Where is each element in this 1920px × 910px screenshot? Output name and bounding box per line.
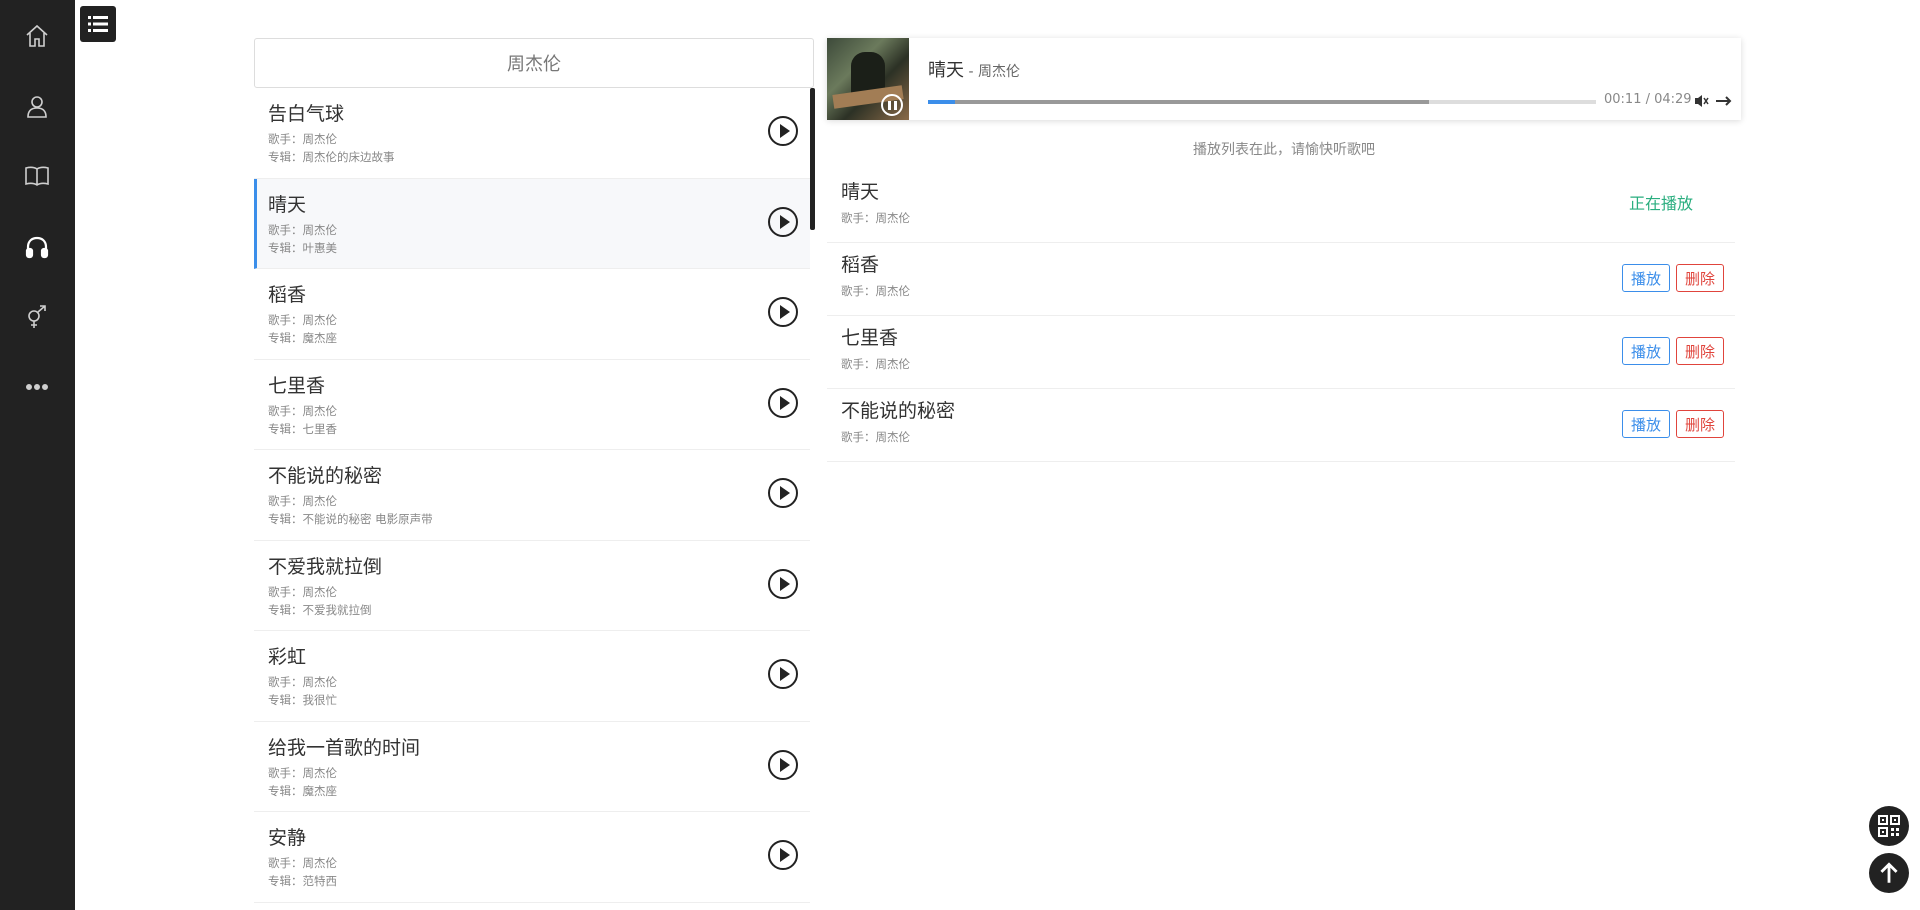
playlist-item-artist: 歌手：周杰伦: [841, 430, 910, 444]
song-artist: 歌手：周杰伦: [268, 494, 337, 508]
playlist-item-title: 晴天: [841, 181, 880, 203]
time-display: 00:11 / 04:29: [1604, 92, 1692, 107]
song-item[interactable]: 七里香歌手：周杰伦 专辑：七里香: [254, 360, 810, 450]
song-album: 专辑：魔杰座: [268, 331, 337, 345]
playlist-item: 不能说的秘密歌手：周杰伦 播放 删除: [827, 389, 1735, 462]
playlist-item-title: 不能说的秘密: [841, 400, 956, 422]
song-artist: 歌手：周杰伦: [268, 675, 337, 689]
song-title: 稻香: [268, 284, 307, 306]
now-playing-title: 晴天 - 周杰伦: [928, 56, 1020, 82]
playlist-item-title: 七里香: [841, 327, 899, 349]
song-album: 专辑：我很忙: [268, 693, 337, 707]
song-artist: 歌手：周杰伦: [268, 132, 337, 146]
song-item[interactable]: 给我一首歌的时间歌手：周杰伦 专辑：魔杰座: [254, 722, 810, 812]
title-separator: -: [964, 64, 978, 80]
play-icon[interactable]: [768, 297, 798, 327]
play-icon[interactable]: [768, 206, 798, 237]
play-icon[interactable]: [768, 840, 798, 870]
song-title: 安静: [268, 827, 307, 849]
song-title: 给我一首歌的时间: [268, 736, 421, 759]
song-item[interactable]: 告白气球歌手：周杰伦专辑：周杰伦的床边故事: [254, 88, 810, 179]
menu-toggle-button[interactable]: [80, 6, 116, 42]
playlist-item: 晴天歌手：周杰伦 正在播放: [827, 170, 1735, 243]
play-icon[interactable]: [768, 478, 798, 508]
progress-buffer: [928, 100, 1429, 104]
playlist-item-artist: 歌手：周杰伦: [841, 284, 910, 298]
song-title: 晴天: [268, 193, 307, 216]
song-artist: 歌手：周杰伦: [268, 856, 337, 870]
song-item[interactable]: 不爱我就拉倒歌手：周杰伦专辑：不爱我就拉倒: [254, 541, 810, 631]
playlist-hint: 播放列表在此，请愉快听歌吧: [1193, 142, 1375, 158]
song-title: 不能说的秘密: [268, 465, 383, 487]
progress-fill: [928, 100, 956, 104]
qr-code-icon: [1878, 815, 1900, 837]
song-item[interactable]: 稻香歌手：周杰伦 专辑：魔杰座: [254, 269, 810, 360]
progress-bar[interactable]: [928, 100, 1596, 104]
playlist-item-artist: 歌手：周杰伦: [841, 211, 910, 225]
song-title: 七里香: [268, 374, 326, 397]
scrollbar[interactable]: [810, 88, 815, 230]
play-icon[interactable]: [768, 568, 798, 599]
play-icon[interactable]: [768, 659, 798, 689]
play-mode-icon[interactable]: [1715, 93, 1733, 109]
song-item[interactable]: 不能说的秘密歌手：周杰伦专辑：不能说的秘密 电影原声带: [254, 450, 810, 541]
playlist-item: 七里香歌手：周杰伦 播放 删除: [827, 316, 1735, 389]
play-icon[interactable]: [768, 116, 798, 146]
playlist-play-button[interactable]: 播放: [1621, 410, 1670, 438]
playlist: 晴天 歌手：周杰伦 正在播放 稻香 歌手：周杰伦 播放 删除 七里香 歌手：周杰伦 播放 删除 不能说…: [827, 170, 1735, 462]
playlist-item-artist: 歌手：周杰伦: [841, 357, 910, 371]
now-playing-status: 正在播放: [1628, 194, 1693, 213]
user-icon[interactable]: [22, 92, 52, 122]
song-album: 专辑：叶惠美: [268, 240, 337, 255]
now-playing-song: 晴天: [928, 60, 964, 81]
playlist-item: 稻香歌手：周杰伦 播放 删除: [827, 243, 1735, 316]
play-icon[interactable]: [768, 387, 798, 418]
playlist-delete-button[interactable]: 删除: [1675, 410, 1724, 438]
song-title: 彩虹: [268, 646, 307, 668]
playlist-play-button[interactable]: 播放: [1621, 337, 1670, 365]
song-artist: 歌手：周杰伦: [268, 584, 337, 599]
song-title: 告白气球: [268, 103, 345, 125]
gender-icon[interactable]: [22, 302, 52, 332]
song-album: 专辑：不爱我就拉倒: [268, 602, 372, 617]
now-playing-artist: 周杰伦: [977, 64, 1020, 80]
back-to-top-button[interactable]: [1869, 853, 1909, 893]
menu-icon: [88, 16, 108, 32]
song-artist: 歌手：周杰伦: [268, 403, 337, 418]
album-cover: [827, 38, 909, 120]
song-item[interactable]: 安静歌手：周杰伦 专辑：范特西: [254, 812, 810, 903]
song-artist: 歌手：周杰伦: [268, 222, 337, 237]
more-icon[interactable]: [22, 372, 52, 402]
song-album: 专辑：范特西: [268, 874, 337, 888]
song-album: 专辑：七里香: [268, 421, 337, 436]
playlist-delete-button[interactable]: 删除: [1675, 337, 1724, 365]
sidebar: [0, 0, 75, 910]
play-icon[interactable]: [768, 749, 798, 780]
playlist-play-button[interactable]: 播放: [1621, 264, 1670, 292]
arrow-up-icon: [1880, 862, 1898, 883]
song-album: 专辑：魔杰座: [268, 783, 337, 798]
song-title: 不爱我就拉倒: [268, 555, 383, 578]
qr-code-button[interactable]: [1869, 806, 1909, 846]
book-icon[interactable]: [22, 161, 52, 191]
song-list: 告白气球 歌手：周杰伦 专辑：周杰伦的床边故事 晴天 歌手：周杰伦 专辑：叶惠美 稻香 歌手：…: [254, 88, 810, 910]
playlist-delete-button[interactable]: 删除: [1675, 264, 1724, 292]
music-player: 晴天 - 周杰伦 00:11 / 04:29: [827, 38, 1741, 120]
search-input[interactable]: 周杰伦: [254, 38, 814, 88]
song-artist: 歌手：周杰伦: [268, 765, 337, 780]
song-item[interactable]: 彩虹歌手：周杰伦 专辑：我很忙: [254, 631, 810, 722]
song-album: 专辑：周杰伦的床边故事: [268, 150, 395, 164]
playlist-item-title: 稻香: [841, 254, 880, 276]
home-icon[interactable]: [22, 21, 52, 51]
headphones-icon[interactable]: [22, 232, 52, 262]
song-item[interactable]: 晴天歌手：周杰伦 专辑：叶惠美: [254, 178, 810, 269]
song-album: 专辑：不能说的秘密 电影原声带: [268, 512, 433, 526]
song-artist: 歌手：周杰伦: [268, 313, 337, 327]
pause-icon[interactable]: [881, 94, 903, 116]
volume-icon[interactable]: [1693, 93, 1709, 109]
